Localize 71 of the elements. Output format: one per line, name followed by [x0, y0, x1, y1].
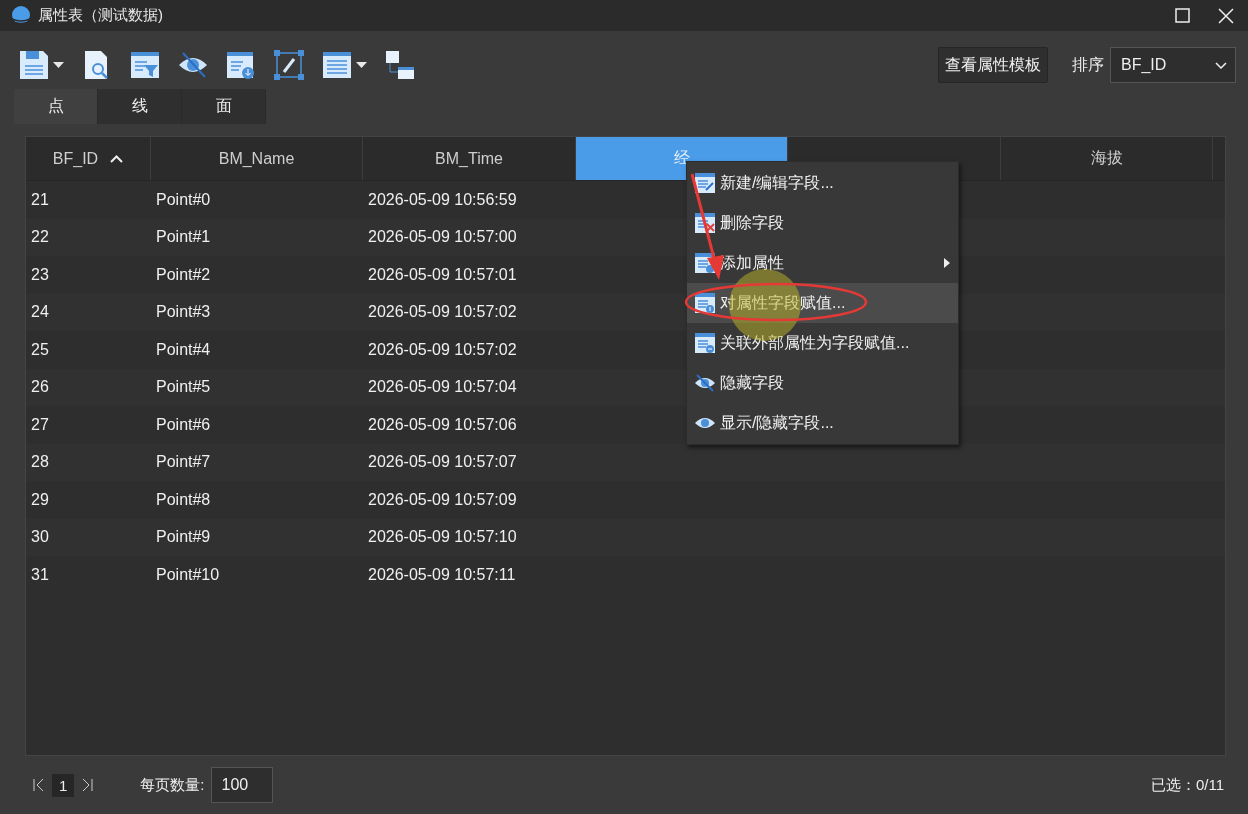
table-download-icon [226, 50, 256, 80]
page-size-label: 每页数量: [140, 775, 205, 795]
view-template-button[interactable]: 查看属性模板 [938, 47, 1048, 83]
app-logo-icon [10, 4, 32, 27]
table-cell-text: 21 [30, 190, 50, 209]
table-cell-text: Point#3 [155, 303, 212, 322]
table-cell-text: 31 [30, 565, 50, 584]
layer-tab[interactable]: 面 [182, 89, 266, 124]
filter-table-icon [130, 50, 160, 80]
hidden-eye-icon [178, 50, 208, 80]
table-cell-text: 28 [30, 453, 50, 472]
table-cell-text: 27 [30, 415, 50, 434]
table-cell-text: 2026-05-09 10:57:01 [367, 265, 518, 284]
table-cell-text: Point#9 [155, 528, 212, 547]
selection-count: 已选：0/11 [1150, 775, 1224, 795]
caret-icon [356, 62, 367, 68]
table-cell-text: 2026-05-09 10:57:11 [367, 565, 517, 584]
table-cell-text: Point#7 [155, 453, 212, 472]
table-cell-text: Point#6 [155, 415, 212, 434]
page-number: 1 [52, 773, 75, 797]
list-icon [322, 50, 352, 80]
page-size-field[interactable]: 100 [210, 767, 273, 803]
table-cell-text: 2026-05-09 10:57:09 [367, 490, 518, 509]
layer-tab[interactable]: 线 [98, 89, 182, 124]
sort-label: 排序 [1072, 54, 1104, 75]
table-cell-text: 2026-05-09 10:57:00 [367, 228, 518, 247]
save-icon [19, 50, 49, 80]
menu-item[interactable]: 删除字段 [687, 203, 958, 243]
hidden-eye-icon [694, 372, 716, 394]
table-cell-text: Point#0 [155, 190, 212, 209]
table-cell-text: 22 [30, 228, 50, 247]
menu-item[interactable]: 隐藏字段 [687, 363, 958, 403]
table-cell-text: 2026-05-09 10:57:02 [367, 303, 518, 322]
pencil-frame-icon [274, 50, 304, 80]
table-cell-text: 23 [30, 265, 50, 284]
submenu-arrow-icon [944, 258, 950, 268]
menu-item[interactable]: 新建/编辑字段... [687, 163, 958, 203]
assign-document-icon [694, 292, 716, 314]
table-cell-text: 2026-05-09 10:57:06 [367, 415, 518, 434]
table-cell-text: 29 [30, 490, 50, 509]
sort-select[interactable]: BF_ID [1110, 47, 1236, 83]
column-header[interactable]: BM_Name [151, 137, 363, 180]
table-cell-text: 30 [30, 528, 50, 547]
table-cell-text: Point#10 [155, 565, 221, 584]
edit-document-icon [694, 172, 716, 194]
link-document-icon [694, 332, 716, 354]
table-cell-text: 2026-05-09 10:57:02 [367, 340, 518, 359]
table-cell-text: Point#4 [155, 340, 212, 359]
linked-windows-icon [385, 50, 415, 80]
table-cell-text: 25 [30, 340, 50, 359]
table-cell-text: Point#5 [155, 378, 212, 397]
column-header[interactable]: BF_ID [26, 137, 151, 180]
chevron-down-icon [1215, 61, 1227, 69]
first-page-icon [33, 778, 45, 792]
table-cell-text: Point#1 [155, 228, 212, 247]
table-cell-text: 2026-05-09 10:57:10 [367, 528, 518, 547]
last-page-icon [81, 778, 94, 792]
table-cell-text: 2026-05-09 10:56:59 [367, 190, 518, 209]
column-header[interactable]: 海拔 [1001, 137, 1213, 180]
window-title: 属性表（测试数据) [38, 6, 164, 25]
menu-item[interactable]: 关联外部属性为字段赋值... [687, 323, 958, 363]
caret-icon [53, 62, 64, 68]
table-cell-text: Point#8 [155, 490, 212, 509]
table-cell-text: 24 [30, 303, 50, 322]
sort-ascending-icon [110, 154, 124, 163]
layer-tab[interactable]: 点 [14, 89, 98, 124]
menu-item[interactable]: 显示/隐藏字段... [687, 403, 958, 443]
table-cell-text: 26 [30, 378, 50, 397]
table-cell-text: 2026-05-09 10:57:04 [367, 378, 518, 397]
table-cell-text: 2026-05-09 10:57:07 [367, 453, 518, 472]
table-cell-text: Point#2 [155, 265, 212, 284]
